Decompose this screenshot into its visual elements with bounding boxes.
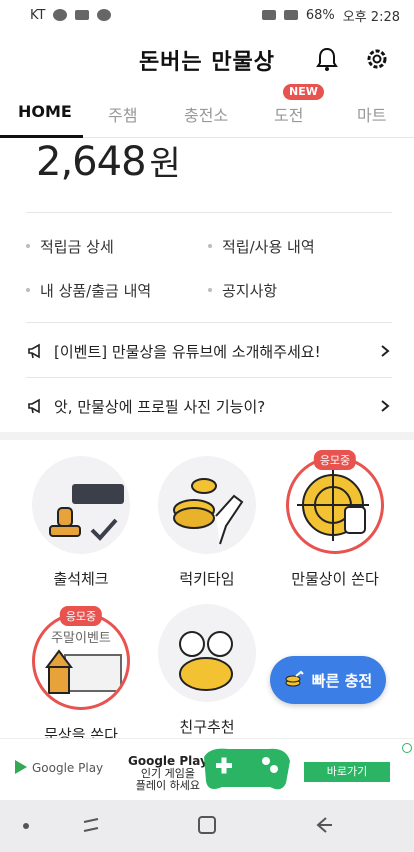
- ad-banner[interactable]: Google Play Google Play 인기 게임을 플레이 하세요 바…: [0, 738, 414, 798]
- clock: 오후 2:28: [342, 9, 400, 25]
- chevron-right-icon: [381, 400, 390, 412]
- battery-level: 68%: [305, 7, 335, 23]
- status-bar: KT 68% 오후 2:28: [0, 0, 414, 30]
- tab-bar: HOME 주챔 충전소 도전 마트: [0, 92, 414, 138]
- talk-icon: [97, 9, 112, 21]
- tab-challenge[interactable]: 도전: [274, 102, 303, 126]
- feature-gift-card[interactable]: 응모중 주말이벤트 문상을 쏜다: [32, 606, 130, 745]
- bell-icon[interactable]: [315, 46, 339, 72]
- carrier-label: KT: [30, 7, 46, 23]
- coin-hand-icon: [158, 456, 256, 554]
- quick-charge-button[interactable]: 빠른 충전: [270, 656, 386, 704]
- mute-icon: [261, 10, 276, 20]
- ad-line2: 플레이 하세요: [135, 779, 201, 792]
- friends-icon: [158, 604, 256, 702]
- quick-charge-label: 빠른 충전: [311, 671, 373, 690]
- weekend-event-icon: 주말이벤트: [32, 612, 130, 710]
- feature-label: 친구추천: [179, 718, 235, 736]
- google-play-icon: [15, 760, 27, 774]
- app-bar: 돈버는 만물상: [0, 36, 414, 82]
- section-separator: [0, 432, 414, 440]
- feature-friend-referral[interactable]: 친구추천: [158, 604, 256, 737]
- gear-icon[interactable]: [364, 46, 390, 72]
- balance-amount: 2,648: [36, 139, 147, 185]
- feature-lucky-time[interactable]: 럭키타임: [158, 456, 256, 589]
- megaphone-icon: [28, 343, 40, 359]
- ad-info-icon[interactable]: [402, 743, 412, 753]
- coin-stack-icon: [285, 670, 304, 687]
- home-button-icon[interactable]: [196, 814, 218, 836]
- feature-attendance[interactable]: 출석체크: [32, 456, 130, 589]
- dot-icon: [23, 823, 29, 829]
- notice-text: 앗, 만물상에 프로필 사진 기능이?: [54, 397, 266, 416]
- target-icon: [286, 456, 384, 554]
- ad-text: Google Play 인기 게임을 플레이 하세요: [128, 755, 208, 792]
- balance-unit: 원: [149, 144, 181, 184]
- new-badge: NEW: [283, 84, 324, 100]
- image-icon: [75, 10, 90, 20]
- ad-title: Google Play: [128, 754, 208, 768]
- weekend-event-text: 주말이벤트: [51, 631, 111, 646]
- tab-charging[interactable]: 충전소: [184, 102, 228, 126]
- divider: [26, 377, 392, 378]
- link-history[interactable]: 적립/사용 내역: [208, 236, 315, 257]
- notification-icon: [53, 9, 68, 21]
- tab-home[interactable]: HOME: [18, 102, 72, 121]
- game-controller-icon: [204, 748, 290, 790]
- notice-item[interactable]: 앗, 만물상에 프로필 사진 기능이?: [26, 385, 392, 427]
- ad-brand: Google Play: [32, 761, 104, 775]
- link-withdrawals[interactable]: 내 상품/출금 내역: [25, 280, 151, 301]
- system-nav-bar: [0, 800, 414, 852]
- notice-item[interactable]: [이벤트] 만물상을 유튜브에 소개해주세요!: [26, 330, 392, 372]
- tab-jucham[interactable]: 주챔: [108, 102, 137, 126]
- link-notices[interactable]: 공지사항: [207, 280, 277, 301]
- feature-manmulsang-shoots[interactable]: 응모중 만물상이 쏜다: [286, 450, 384, 589]
- ad-cta-button[interactable]: 바로가기: [304, 762, 390, 782]
- stamp-icon: [32, 456, 130, 554]
- feature-label: 만물상이 쏜다: [291, 570, 379, 588]
- tab-mart[interactable]: 마트: [357, 102, 386, 126]
- wifi-icon: [283, 10, 298, 20]
- link-points-detail[interactable]: 적립금 상세: [26, 236, 114, 257]
- app-title: 돈버는 만물상: [138, 50, 276, 75]
- notice-text: [이벤트] 만물상을 유튜브에 소개해주세요!: [54, 342, 321, 361]
- status-badge: 응모중: [313, 450, 357, 470]
- balance: 2,648 원: [36, 136, 181, 185]
- feature-label: 럭키타임: [179, 570, 235, 588]
- status-badge: 응모중: [59, 606, 103, 626]
- divider: [26, 212, 392, 213]
- megaphone-icon: [28, 398, 40, 414]
- divider: [26, 322, 392, 323]
- recent-apps-icon[interactable]: [80, 814, 102, 836]
- chevron-right-icon: [381, 345, 390, 357]
- feature-label: 출석체크: [53, 570, 109, 588]
- back-icon[interactable]: [312, 814, 334, 836]
